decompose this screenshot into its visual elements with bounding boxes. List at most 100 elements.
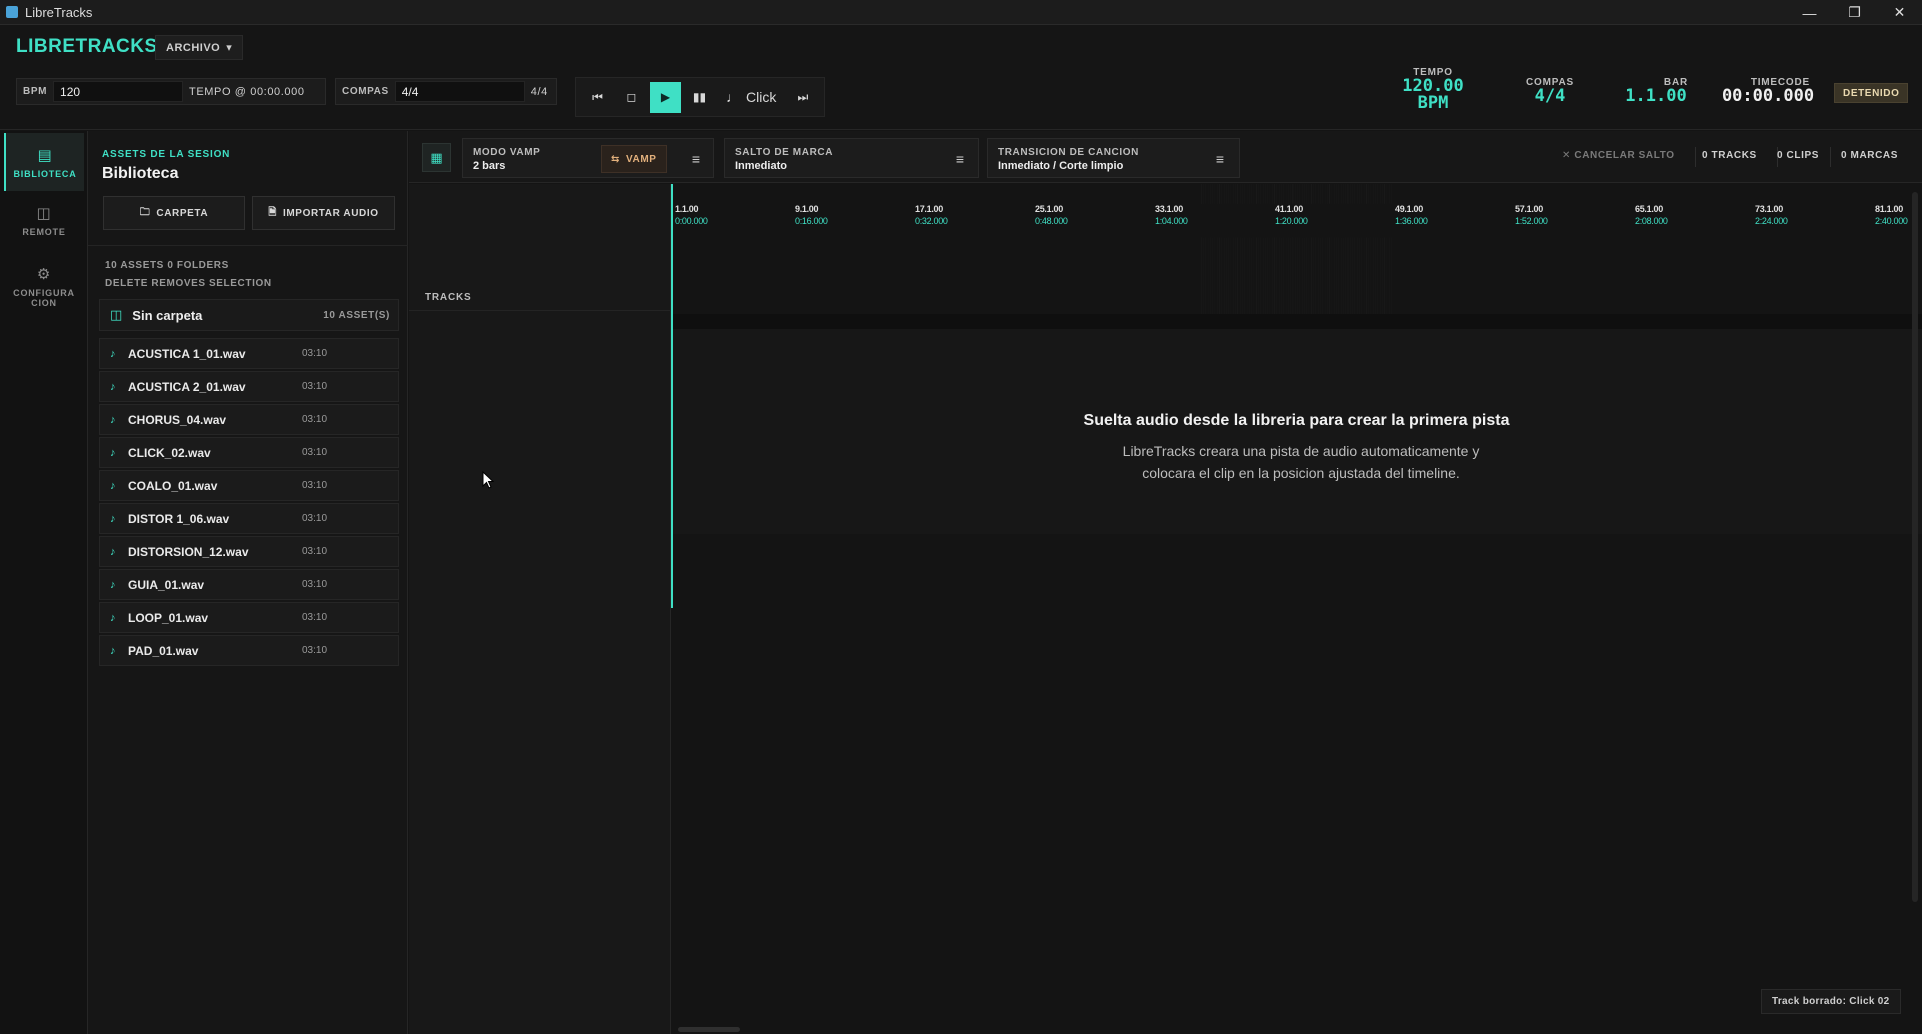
cancel-jump-button[interactable]: ✕ CANCELAR SALTO	[1562, 150, 1675, 161]
bpm-input[interactable]: 120	[53, 81, 184, 102]
asset-duration: 03:10	[302, 348, 328, 359]
asset-row[interactable]: ♪ DISTOR 1_06.wav 03:10	[99, 503, 399, 534]
playhead[interactable]	[671, 184, 673, 608]
music-note-icon: ♪	[110, 446, 116, 459]
drop-zone-title: Suelta audio desde la libreria para crea…	[1083, 412, 1510, 429]
window-titlebar: LibreTracks — ❐ ✕	[0, 0, 1922, 25]
music-note-icon: ♪	[110, 380, 116, 393]
ruler-time-label: 1:20.000	[1275, 216, 1308, 226]
compas-input[interactable]: 4/4	[394, 81, 525, 102]
library-title: Biblioteca	[102, 165, 179, 182]
close-icon: ✕	[1562, 150, 1571, 161]
tempo-readout: TEMPO 120.00 BPM	[1393, 67, 1473, 112]
asset-row[interactable]: ♪ GUIA_01.wav 03:10	[99, 569, 399, 600]
vamp-button[interactable]: ⇆ VAMP	[601, 145, 667, 173]
asset-row[interactable]: ♪ DISTORSION_12.wav 03:10	[99, 536, 399, 567]
music-note-icon: ♪	[110, 578, 116, 591]
ruler-bar-label: 9.1.00	[795, 204, 819, 214]
restore-icon[interactable]: ❐	[1832, 0, 1877, 25]
folder-count: 10 ASSET(S)	[323, 309, 390, 321]
song-transition-label: TRANSICION DE CANCION	[998, 147, 1139, 158]
song-transition-value[interactable]: Inmediato / Corte limpio	[998, 160, 1123, 172]
clips-count: 0 CLIPS	[1777, 150, 1819, 161]
ruler-bar-label: 25.1.00	[1035, 204, 1063, 214]
close-icon[interactable]: ✕	[1877, 0, 1922, 25]
asset-row[interactable]: ♪ PAD_01.wav 03:10	[99, 635, 399, 666]
asset-row[interactable]: ♪ CLICK_02.wav 03:10	[99, 437, 399, 468]
asset-folder-count: 10 ASSETS 0 FOLDERS	[105, 260, 229, 271]
asset-row[interactable]: ♪ CHORUS_04.wav 03:10	[99, 404, 399, 435]
asset-list: ♪ ACUSTICA 1_01.wav 03:10 ♪ ACUSTICA 2_01.w…	[99, 338, 399, 668]
asset-duration: 03:10	[302, 414, 328, 425]
horizontal-scrollbar[interactable]	[678, 1027, 740, 1032]
folder-row[interactable]: ◫ Sin carpeta 10 ASSET(S)	[99, 299, 399, 331]
asset-row[interactable]: ♪ LOOP_01.wav 03:10	[99, 602, 399, 633]
sliders-icon[interactable]: ≡	[1206, 145, 1234, 173]
music-note-icon: ♪	[110, 413, 116, 426]
archivo-menu-button[interactable]: ARCHIVO ▾	[155, 35, 244, 60]
compas-readout-value: 4/4	[1534, 86, 1566, 106]
sliders-icon[interactable]: ≡	[682, 145, 710, 173]
library-panel: ASSETS DE LA SESION Biblioteca 🗀 CARPETA…	[88, 131, 408, 1034]
asset-duration: 03:10	[302, 579, 328, 590]
ruler-time-label: 0:48.000	[1035, 216, 1068, 226]
asset-name: LOOP_01.wav	[128, 610, 209, 625]
import-audio-label: IMPORTAR AUDIO	[283, 207, 379, 219]
ruler-time-label: 1:52.000	[1515, 216, 1548, 226]
timeline-track-strip	[671, 314, 1922, 329]
grid-icon[interactable]: ▦	[422, 143, 451, 172]
window-title: LibreTracks	[25, 4, 93, 20]
sliders-icon[interactable]: ≡	[946, 145, 974, 173]
asset-duration: 03:10	[302, 546, 328, 557]
compas-field-group: COMPAS 4/4 4/4	[335, 78, 557, 105]
rail-item-label: CONFIGURA CION	[13, 287, 75, 308]
stop-icon[interactable]: ◻	[616, 82, 647, 113]
library-icon: ▤	[37, 146, 53, 164]
music-note-icon: ♪	[110, 512, 116, 525]
ruler-time-label: 2:08.000	[1635, 216, 1668, 226]
timeline[interactable]: Suelta audio desde la libreria para crea…	[671, 184, 1922, 1034]
drop-zone[interactable]: Suelta audio desde la libreria para crea…	[671, 329, 1922, 534]
rail-item-biblioteca[interactable]: ▤ BIBLIOTECA	[4, 133, 84, 191]
music-note-icon: ♪	[110, 611, 116, 624]
play-icon[interactable]: ▶	[650, 81, 681, 113]
mouse-cursor-icon	[482, 471, 495, 489]
delete-hint: DELETE REMOVES SELECTION	[105, 278, 272, 289]
asset-name: DISTORSION_12.wav	[128, 544, 249, 559]
columns-icon[interactable]: ▮▮	[684, 82, 715, 113]
rail-item-configuracion[interactable]: ⚙ CONFIGURA CION	[4, 249, 84, 323]
skip-forward-icon[interactable]: ⏭	[787, 82, 818, 113]
bpm-label: BPM	[23, 86, 48, 97]
library-stats: 10 ASSETS 0 FOLDERS DELETE REMOVES SELEC…	[105, 257, 272, 293]
divider	[88, 245, 408, 246]
ruler-time-label: 0:32.000	[915, 216, 948, 226]
minimize-icon[interactable]: —	[1787, 0, 1832, 25]
asset-row[interactable]: ♪ ACUSTICA 1_01.wav 03:10	[99, 338, 399, 369]
asset-row[interactable]: ♪ ACUSTICA 2_01.wav 03:10	[99, 371, 399, 402]
divider	[1695, 147, 1696, 167]
vamp-mode-value[interactable]: 2 bars	[473, 160, 505, 172]
toast-notification: Track borrado: Click 02	[1761, 989, 1901, 1014]
marker-jump-label: SALTO DE MARCA	[735, 147, 834, 158]
rail-item-label: REMOTE	[22, 226, 66, 237]
ruler-bar-label: 81.1.00	[1875, 204, 1903, 214]
brand-logo: LIBRETRACKS	[16, 36, 158, 57]
skip-back-icon[interactable]: ⏮	[582, 82, 613, 113]
music-note-icon: ♪	[110, 644, 116, 657]
new-folder-button[interactable]: 🗀 CARPETA	[103, 196, 245, 230]
compas-label: COMPAS	[342, 86, 389, 97]
click-button[interactable]: ♩ Click	[718, 82, 784, 113]
tempo-at-label: TEMPO @ 00:00.000	[189, 85, 305, 98]
asset-duration: 03:10	[302, 513, 328, 524]
marker-jump-value[interactable]: Inmediato	[735, 160, 787, 172]
top-bar: LIBRETRACKS ARCHIVO ▾ BPM 120 TEMPO @ 00…	[0, 25, 1922, 130]
import-audio-button[interactable]: 🗎 IMPORTAR AUDIO	[252, 196, 395, 230]
rail-item-remote[interactable]: ◫ REMOTE	[4, 191, 84, 249]
vertical-scrollbar[interactable]	[1912, 192, 1918, 902]
asset-row[interactable]: ♪ COALO_01.wav 03:10	[99, 470, 399, 501]
asset-duration: 03:10	[302, 645, 328, 656]
loop-icon: ⇆	[611, 153, 620, 165]
asset-duration: 03:10	[302, 480, 328, 491]
click-label: Click	[746, 89, 777, 105]
music-note-icon: ♪	[110, 545, 116, 558]
